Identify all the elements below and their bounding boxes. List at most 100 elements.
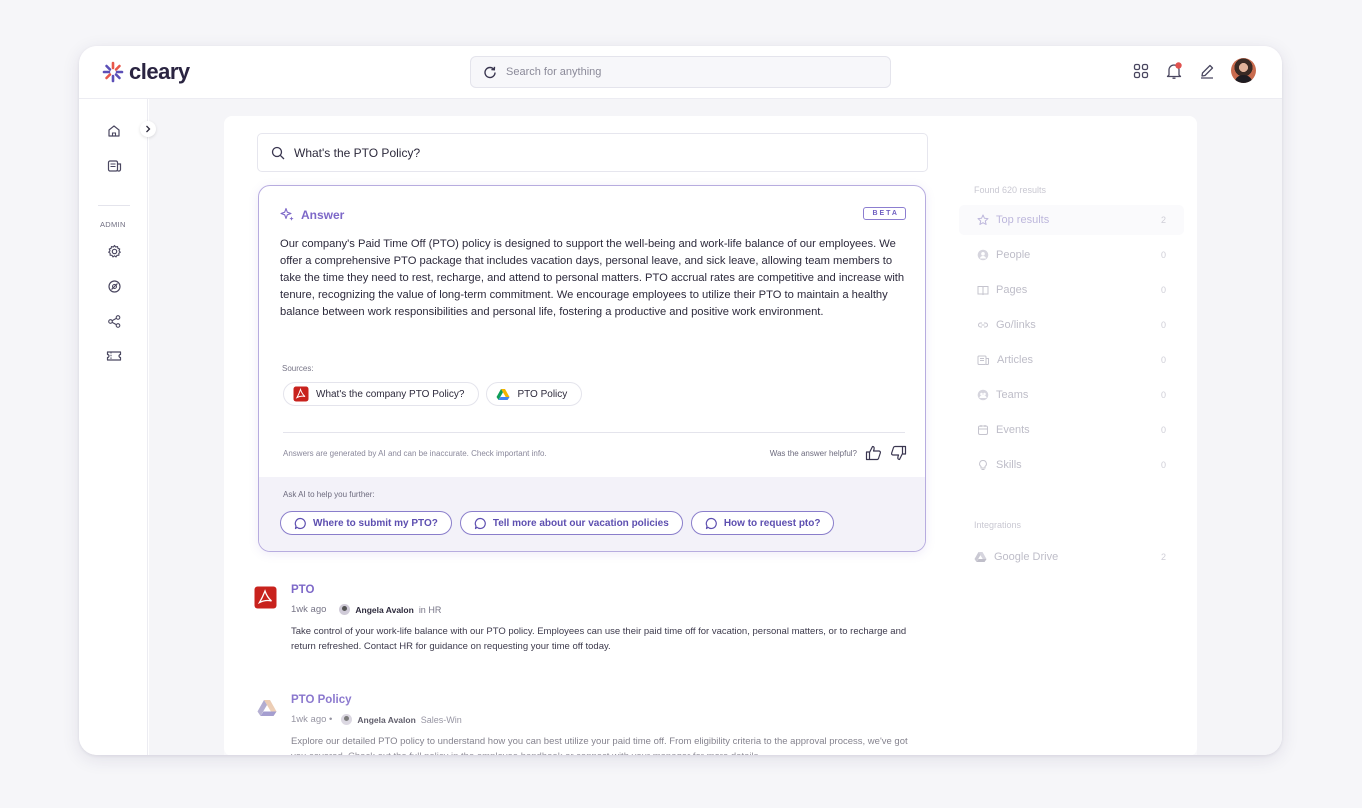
link-icon — [978, 322, 988, 328]
query-text[interactable]: What's the PTO Policy? — [294, 146, 420, 160]
answer-divider — [283, 432, 905, 433]
source-chip-label: PTO Policy — [517, 388, 568, 400]
feedback-area: Was the answer helpful? — [770, 445, 907, 461]
filter-skills[interactable]: Skills 0 — [959, 450, 1184, 480]
thumbs-down-icon[interactable] — [890, 445, 907, 461]
filter-count: 0 — [1160, 355, 1166, 365]
ai-answer-card: Answer BETA Our company's Paid Time Off … — [258, 185, 926, 552]
google-drive-icon — [974, 552, 987, 562]
bulb-icon — [979, 459, 987, 470]
integrations-share-icon[interactable] — [104, 311, 124, 331]
google-drive-icon — [496, 388, 510, 401]
sparkle-icon — [280, 207, 295, 222]
filter-articles[interactable]: Articles 0 — [959, 345, 1184, 375]
author-avatar — [341, 714, 353, 725]
ask-ai-area: Ask AI to help you further: Where to sub… — [259, 477, 925, 551]
answer-body: Our company's Paid Time Off (PTO) policy… — [280, 238, 905, 318]
global-search[interactable] — [470, 56, 891, 88]
chat-bubble-icon — [294, 517, 306, 529]
chevron-right-icon — [146, 125, 151, 133]
source-chip-label: What's the company PTO Policy? — [316, 388, 465, 400]
article-icon — [977, 355, 989, 365]
search-refresh-icon — [483, 65, 497, 79]
filter-label: Pages — [996, 284, 1028, 296]
home-icon[interactable] — [104, 121, 124, 141]
filter-label: Teams — [996, 389, 1029, 401]
filter-label: Skills — [996, 459, 1022, 471]
filter-count: 0 — [1160, 250, 1166, 260]
top-bar: cleary — [79, 46, 1282, 99]
filter-teams[interactable]: Teams 0 — [959, 380, 1184, 410]
filter-golinks[interactable]: Go/links 0 — [959, 310, 1184, 340]
apps-grid-icon[interactable] — [1133, 63, 1149, 79]
cleary-logo-icon — [101, 60, 125, 84]
author-avatar — [339, 604, 351, 615]
edit-pencil-icon[interactable] — [1199, 63, 1215, 79]
chat-bubble-icon — [705, 517, 717, 529]
filter-people[interactable]: People 0 — [959, 240, 1184, 270]
ticket-icon[interactable] — [104, 346, 124, 366]
filter-label: Articles — [997, 354, 1034, 366]
user-avatar[interactable] — [1231, 58, 1256, 83]
top-actions — [1133, 58, 1256, 83]
helpful-label: Was the answer helpful? — [769, 448, 857, 458]
result-description: Explore our detailed PTO policy to under… — [291, 736, 908, 755]
suggestion-label: Tell more about our vacation policies — [492, 517, 669, 529]
filter-count: 0 — [1160, 390, 1166, 400]
filter-count: 0 — [1160, 285, 1166, 295]
thumbs-up-icon[interactable] — [865, 445, 882, 461]
logo-text: cleary — [129, 59, 190, 84]
ask-ai-label: Ask AI to help you further: — [283, 490, 375, 499]
team-icon — [977, 389, 989, 401]
filter-pages[interactable]: Pages 0 — [959, 275, 1184, 305]
result-meta: 1wk ago Angela Avalon in HR — [291, 604, 441, 615]
filter-label: Go/links — [996, 319, 1036, 331]
filter-count: 0 — [1160, 320, 1166, 330]
expand-rail-button[interactable] — [140, 121, 156, 137]
calendar-icon — [978, 425, 988, 435]
result-time: 1wk ago • — [291, 714, 333, 725]
person-icon — [977, 249, 989, 261]
news-feed-icon[interactable] — [104, 156, 124, 176]
result-author[interactable]: Angela Avalon — [355, 605, 413, 615]
result-meta: 1wk ago • Angela Avalon Sales-Win — [291, 714, 462, 725]
result-time: 1wk ago — [291, 604, 327, 615]
chat-bubble-icon — [474, 517, 486, 529]
source-chip-pdf[interactable]: What's the company PTO Policy? — [283, 382, 480, 406]
result-author[interactable]: Angela Avalon — [357, 715, 415, 725]
analytics-compass-icon[interactable] — [104, 276, 124, 296]
global-search-input[interactable] — [506, 66, 866, 78]
suggestion-chips: Where to submit my PTO? Tell more about … — [280, 511, 835, 535]
filter-label: Google Drive — [994, 551, 1059, 563]
rail-divider — [98, 205, 130, 206]
star-icon — [977, 214, 989, 225]
sources-label: Sources: — [282, 364, 314, 373]
suggestion-submit-pto[interactable]: Where to submit my PTO? — [280, 511, 452, 535]
filter-google-drive[interactable]: Google Drive 2 — [959, 542, 1184, 572]
filter-top-results[interactable]: Top results 2 — [959, 205, 1184, 235]
source-chip-drive[interactable]: PTO Policy — [486, 382, 583, 406]
filter-events[interactable]: Events 0 — [959, 415, 1184, 445]
settings-gear-icon[interactable] — [104, 241, 124, 261]
pdf-icon — [254, 586, 277, 614]
result-title[interactable]: PTO Policy — [291, 694, 352, 706]
notification-bell-icon[interactable] — [1165, 61, 1183, 80]
suggestion-vacation-policies[interactable]: Tell more about our vacation policies — [459, 511, 683, 535]
beta-badge: BETA — [863, 207, 906, 220]
integrations-label: Integrations — [974, 520, 1022, 530]
pdf-icon — [293, 386, 309, 402]
filter-count: 2 — [1160, 552, 1166, 562]
answer-title: Answer — [301, 207, 345, 222]
left-rail: ADMIN — [79, 99, 148, 755]
admin-section-label: ADMIN — [100, 220, 126, 229]
result-description: Take control of your work-life balance w… — [291, 626, 907, 652]
filter-label: People — [996, 249, 1031, 261]
logo[interactable]: cleary — [101, 59, 190, 85]
answer-heading: Answer — [280, 207, 344, 222]
source-chips: What's the company PTO Policy? PTO Polic… — [283, 382, 583, 406]
book-icon — [977, 286, 989, 296]
query-search-box[interactable]: What's the PTO Policy? — [257, 133, 928, 172]
suggestion-label: Where to submit my PTO? — [313, 517, 438, 529]
result-title[interactable]: PTO — [291, 584, 314, 596]
suggestion-request-pto[interactable]: How to request pto? — [690, 511, 835, 535]
